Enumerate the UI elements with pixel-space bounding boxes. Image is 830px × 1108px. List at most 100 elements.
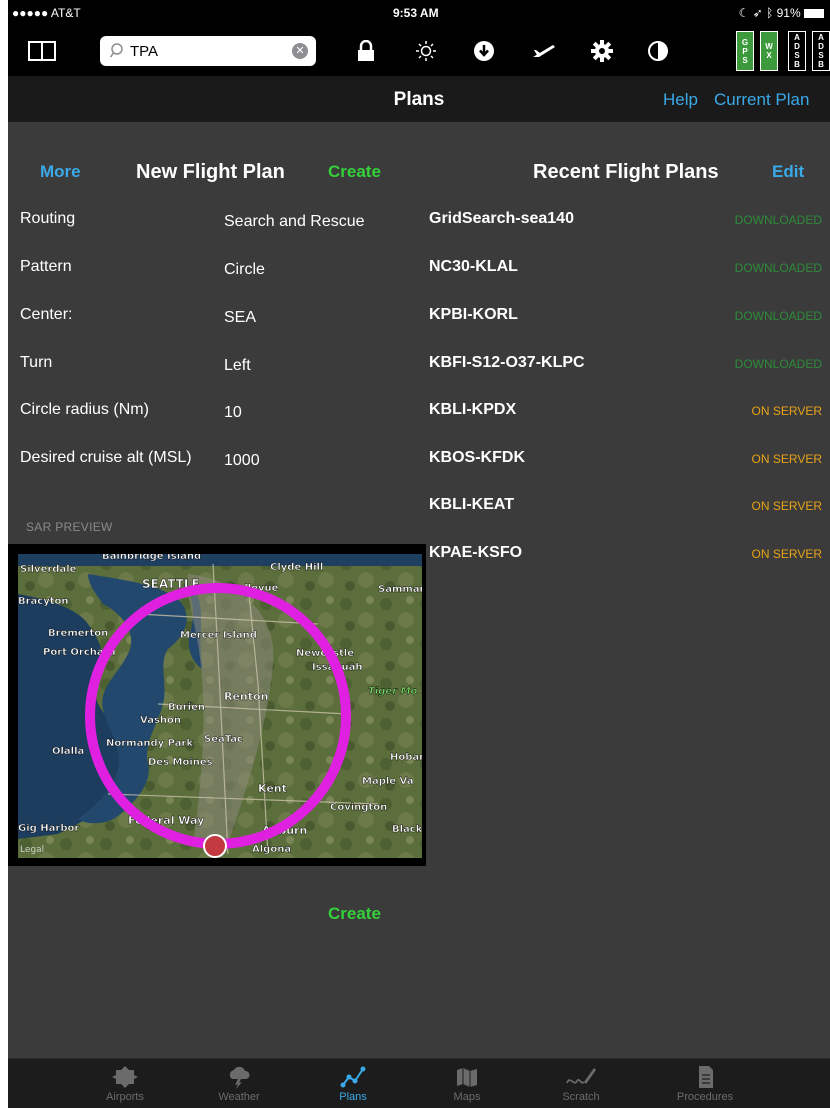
download-icon[interactable]	[470, 38, 498, 64]
plan-row[interactable]: KPAE-KSFO ON SERVER	[426, 544, 830, 574]
gear-icon[interactable]	[588, 38, 616, 64]
tab-label: Airports	[106, 1091, 144, 1103]
plan-status: DOWNLOADED	[734, 213, 822, 227]
search-input[interactable]	[130, 40, 280, 62]
badge-letter: S	[818, 51, 824, 60]
location-icon: ➶	[752, 6, 763, 20]
field-value[interactable]: Circle	[224, 261, 265, 279]
map-label: Burien	[168, 702, 205, 713]
satellite-map[interactable]: Bainbridge Island Silverdale SEATTLE Bel…	[18, 554, 422, 858]
more-button[interactable]: More	[40, 162, 81, 182]
plan-name: KBFI-S12-O37-KLPC	[429, 354, 585, 371]
plan-row[interactable]: KBOS-KFDK ON SERVER	[426, 449, 830, 479]
map-label: Silverdale	[20, 564, 77, 575]
plan-row[interactable]: KPBI-KORL DOWNLOADED	[426, 306, 830, 336]
plan-row[interactable]: KBFI-S12-O37-KLPC DOWNLOADED	[426, 354, 830, 384]
field-label: Pattern	[20, 258, 72, 275]
badge-letter: X	[766, 51, 772, 60]
map-label: Covington	[330, 802, 387, 813]
plan-name: KBLI-KPDX	[429, 401, 517, 418]
map-label: Clyde Hill	[270, 562, 323, 573]
plan-name: KPBI-KORL	[429, 306, 518, 323]
plan-status: ON SERVER	[751, 547, 822, 561]
tab-label: Maps	[453, 1091, 481, 1103]
badge-letter: S	[742, 55, 748, 65]
status-badge[interactable]: ADSB	[788, 31, 806, 71]
tab-weather[interactable]: Weather	[194, 1061, 284, 1108]
status-badge[interactable]: GPS	[736, 31, 754, 71]
battery-icon	[804, 9, 824, 18]
contrast-icon[interactable]	[644, 38, 672, 64]
map-label: SeaTac	[204, 734, 243, 745]
badge-letter: P	[742, 46, 748, 56]
field-label: Turn	[20, 354, 53, 371]
plan-name: GridSearch-sea140	[429, 210, 574, 227]
clock: 9:53 AM	[393, 6, 439, 20]
lock-icon[interactable]	[352, 38, 380, 64]
status-badge[interactable]: WX	[760, 31, 778, 71]
clear-search-icon[interactable]: ✕	[292, 43, 308, 59]
waypoint-marker[interactable]	[203, 834, 227, 858]
sar-preview-label: SAR PREVIEW	[26, 520, 113, 534]
scratch-icon	[536, 1065, 626, 1089]
tab-maps[interactable]: Maps	[422, 1061, 512, 1108]
tab-label: Scratch	[562, 1091, 600, 1103]
sidebar-icon[interactable]	[28, 38, 56, 64]
search-box[interactable]: ✕	[100, 36, 316, 66]
field-value[interactable]: Left	[224, 357, 251, 375]
tab-plans[interactable]: Plans	[308, 1061, 398, 1108]
badge-letter: W	[765, 42, 773, 51]
plan-row[interactable]: NC30-KLAL DOWNLOADED	[426, 258, 830, 288]
brightness-icon[interactable]	[412, 38, 440, 64]
field-label: Routing	[20, 210, 76, 227]
plan-name: KBOS-KFDK	[429, 449, 525, 466]
status-badge[interactable]: ADSB	[812, 31, 830, 71]
plan-row[interactable]: KBLI-KEAT ON SERVER	[426, 496, 830, 526]
plan-row[interactable]: GridSearch-sea140 DOWNLOADED	[426, 210, 830, 240]
field-value[interactable]: Search and Rescue	[224, 213, 365, 231]
map-label: Black	[392, 824, 422, 835]
field-value[interactable]: 10	[224, 404, 242, 422]
airport-icon	[80, 1065, 170, 1089]
badge-letter: D	[818, 42, 824, 51]
tab-scratch[interactable]: Scratch	[536, 1061, 626, 1108]
battery-percent: 91%	[776, 6, 801, 20]
edit-button[interactable]: Edit	[772, 162, 804, 182]
help-button[interactable]: Help	[663, 90, 698, 110]
sar-preview-map[interactable]: Bainbridge Island Silverdale SEATTLE Bel…	[8, 544, 426, 866]
field-value[interactable]: SEA	[224, 309, 256, 327]
field-label: Desired cruise alt (MSL)	[20, 449, 192, 466]
map-label: Olalla	[52, 746, 84, 757]
map-label: Tiger Mo State Fo	[368, 686, 422, 697]
create-button[interactable]: Create	[328, 162, 381, 182]
map-label: Bainbridge Island	[102, 554, 201, 562]
bluetooth-icon: ᛒ	[766, 6, 774, 20]
current-plan-button[interactable]: Current Plan	[714, 90, 809, 110]
search-icon	[110, 43, 123, 58]
badge-letter: S	[794, 51, 800, 60]
weather-icon	[194, 1065, 284, 1089]
badge-letter: A	[818, 33, 824, 42]
nav-bar: Plans Help Current Plan	[8, 76, 830, 122]
plan-name: KPAE-KSFO	[429, 544, 523, 561]
plan-status: ON SERVER	[751, 452, 822, 466]
map-label: Normandy Park	[106, 738, 193, 749]
airplane-icon[interactable]	[530, 38, 558, 64]
map-label: Hobar	[390, 752, 422, 763]
map-label: Bremerton	[48, 628, 108, 639]
plan-status: ON SERVER	[751, 499, 822, 513]
map-label: Renton	[224, 690, 268, 703]
plan-row[interactable]: KBLI-KPDX ON SERVER	[426, 401, 830, 431]
tab-procedures[interactable]: Procedures	[660, 1061, 750, 1108]
badge-letter: D	[794, 42, 800, 51]
field-value[interactable]: 1000	[224, 452, 260, 470]
map-label: Mercer Island	[180, 630, 257, 641]
app-screen: ●●●●● AT&T 9:53 AM ☾ ➶ ᛒ 91% ✕	[8, 0, 830, 1108]
map-label: Vashon	[140, 715, 181, 726]
moon-icon: ☾	[738, 6, 750, 20]
plan-name: NC30-KLAL	[429, 258, 518, 275]
toolbar: ✕ GPS WX ADSB ADSB	[8, 26, 830, 76]
plan-name: KBLI-KEAT	[429, 496, 515, 513]
tab-airports[interactable]: Airports	[80, 1061, 170, 1108]
create-button-bottom[interactable]: Create	[328, 904, 381, 924]
